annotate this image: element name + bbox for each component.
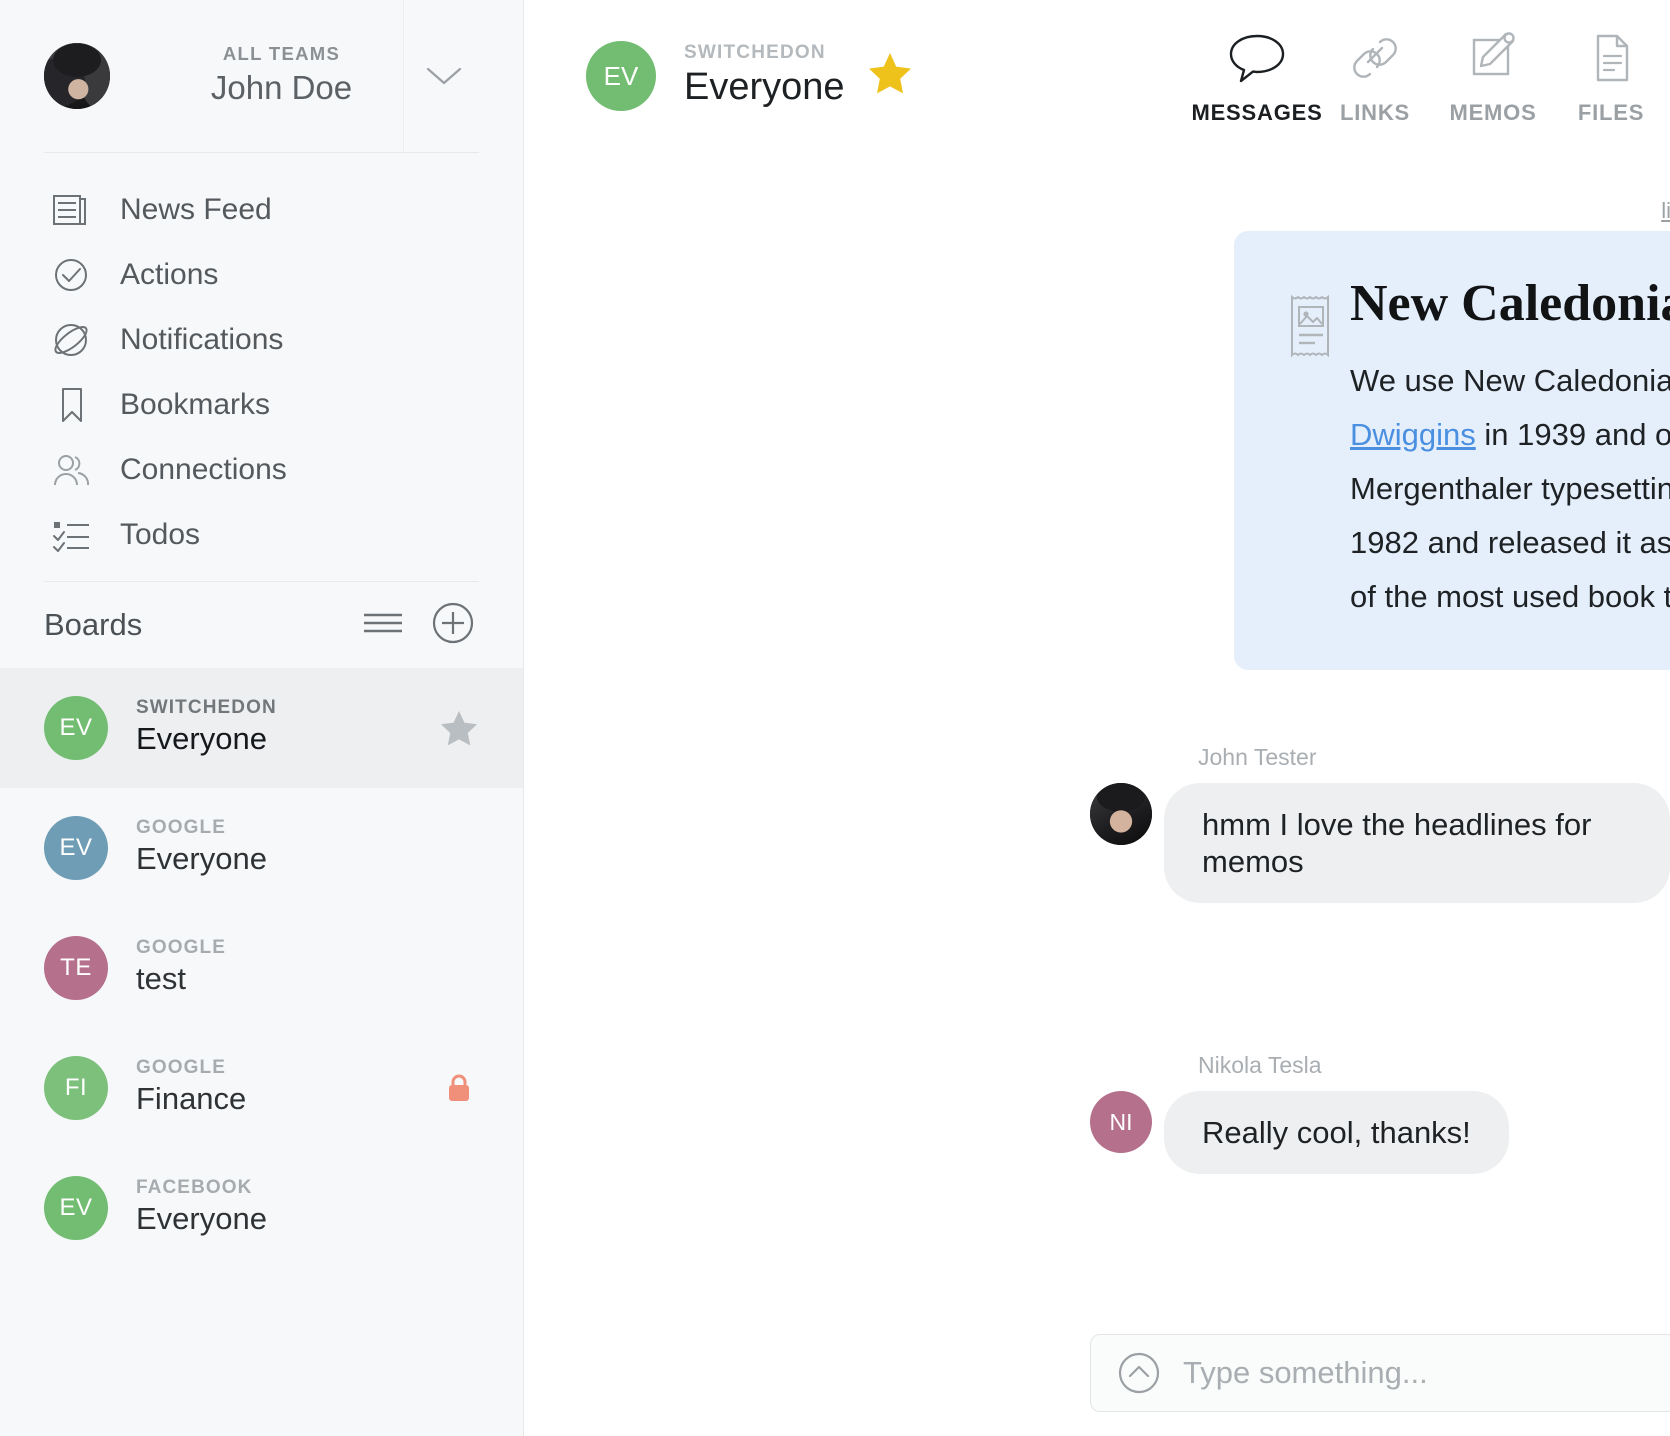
sidebar-item-label: Notifications bbox=[120, 323, 283, 357]
chevron-down-icon bbox=[426, 66, 462, 86]
tab-label: LINKS bbox=[1340, 100, 1410, 126]
memo-body: We use New Caledonia for the headlines. … bbox=[1350, 354, 1670, 624]
plus-circle-icon[interactable] bbox=[431, 601, 475, 650]
board-item-google-test[interactable]: TE GOOGLE test bbox=[0, 908, 523, 1028]
like-link[interactable]: lik bbox=[1661, 198, 1670, 224]
board-name-label: Everyone bbox=[136, 720, 439, 759]
sidebar-item-todos[interactable]: Todos bbox=[0, 502, 523, 567]
message-composer bbox=[1090, 1334, 1670, 1412]
sidebar-item-notifications[interactable]: Notifications bbox=[0, 307, 523, 372]
planet-icon bbox=[50, 318, 94, 362]
board-team-label: GOOGLE bbox=[136, 817, 439, 839]
tab-label: MEMOS bbox=[1449, 100, 1536, 126]
boards-title: Boards bbox=[44, 607, 361, 643]
memo-line: of the most used book text faces. bbox=[1350, 570, 1670, 624]
sidebar-item-news-feed[interactable]: News Feed bbox=[0, 177, 523, 242]
board-name-label: Everyone bbox=[136, 1200, 439, 1239]
sidebar-item-label: Todos bbox=[120, 518, 200, 552]
main-panel: EV SWITCHEDON Everyone MESSAGES bbox=[524, 0, 1670, 1436]
list-lines-icon[interactable] bbox=[361, 608, 405, 643]
board-avatar: EV bbox=[44, 696, 108, 760]
message-thread: lik New Caledonia We use New Caledonia f bbox=[524, 152, 1670, 1436]
content-tabs: MESSAGES LINKS bbox=[1198, 24, 1670, 126]
user-switcher[interactable]: ALL TEAMS John Doe bbox=[0, 0, 523, 152]
tab-links[interactable]: LINKS bbox=[1316, 24, 1434, 126]
star-icon[interactable] bbox=[867, 51, 913, 102]
memo-line: We use New Caledonia for the headlines. … bbox=[1350, 354, 1670, 408]
board-team-label: SWITCHEDON bbox=[684, 42, 845, 64]
board-list: EV SWITCHEDON Everyone EV GOOGLE Everyon… bbox=[0, 668, 523, 1436]
speech-bubble-icon bbox=[1226, 24, 1288, 86]
avatar bbox=[1090, 783, 1152, 845]
tab-label: MESSAGES bbox=[1191, 100, 1322, 126]
memo-line: Mergenthaler typesetting machine factory… bbox=[1350, 462, 1670, 516]
message-item: Nikola Tesla NI Really cool, thanks! bbox=[1090, 1052, 1509, 1174]
message-item: John Tester hmm I love the headlines for… bbox=[1090, 744, 1670, 903]
check-circle-icon bbox=[50, 253, 94, 297]
lock-icon bbox=[439, 1072, 479, 1104]
board-avatar: FI bbox=[44, 1056, 108, 1120]
avatar: NI bbox=[1090, 1091, 1152, 1153]
boards-header: Boards bbox=[0, 582, 523, 668]
avatar bbox=[44, 43, 110, 109]
people-icon bbox=[50, 448, 94, 492]
board-name-label: test bbox=[136, 960, 439, 999]
board-avatar: TE bbox=[44, 936, 108, 1000]
star-icon[interactable] bbox=[439, 709, 479, 747]
chain-link-icon bbox=[1344, 24, 1406, 86]
memo-line-2: Dwiggins in 1939 and originally appeared… bbox=[1350, 408, 1670, 462]
board-team-label: GOOGLE bbox=[136, 937, 439, 959]
memo-title: New Caledonia bbox=[1350, 278, 1670, 330]
page-title: Everyone bbox=[684, 65, 845, 111]
sidebar-item-label: Actions bbox=[120, 258, 218, 292]
board-avatar: EV bbox=[44, 816, 108, 880]
document-icon bbox=[1580, 24, 1642, 86]
message-author: John Tester bbox=[1198, 744, 1670, 771]
pencil-square-icon bbox=[1462, 24, 1524, 86]
message-input[interactable] bbox=[1183, 1355, 1651, 1391]
board-avatar: EV bbox=[586, 41, 656, 111]
message-bubble[interactable]: hmm I love the headlines for memos bbox=[1164, 783, 1670, 903]
sidebar: ALL TEAMS John Doe bbox=[0, 0, 524, 1436]
tab-label: FILES bbox=[1578, 100, 1644, 126]
board-avatar: EV bbox=[44, 1176, 108, 1240]
stamp-image-icon bbox=[1286, 293, 1338, 364]
tab-files[interactable]: FILES bbox=[1552, 24, 1670, 126]
message-author: Nikola Tesla bbox=[1198, 1052, 1509, 1079]
sidebar-item-bookmarks[interactable]: Bookmarks bbox=[0, 372, 523, 437]
sidebar-item-actions[interactable]: Actions bbox=[0, 242, 523, 307]
tab-messages[interactable]: MESSAGES bbox=[1198, 24, 1316, 126]
sidebar-item-label: Bookmarks bbox=[120, 388, 270, 422]
chevron-up-circle-icon[interactable] bbox=[1117, 1351, 1161, 1395]
board-name-label: Finance bbox=[136, 1080, 439, 1119]
board-item-switchedon-everyone[interactable]: EV SWITCHEDON Everyone bbox=[0, 668, 523, 788]
memo-card[interactable]: New Caledonia We use New Caledonia for t… bbox=[1234, 231, 1670, 670]
tab-memos[interactable]: MEMOS bbox=[1434, 24, 1552, 126]
team-dropdown-toggle[interactable] bbox=[403, 0, 483, 152]
user-name: John Doe bbox=[110, 67, 453, 108]
primary-nav: News Feed Actions Noti bbox=[0, 153, 523, 581]
board-team-label: GOOGLE bbox=[136, 1057, 439, 1079]
memo-line: 1982 and released it as New Caledonia. C… bbox=[1350, 516, 1670, 570]
board-header: EV SWITCHEDON Everyone MESSAGES bbox=[524, 0, 1670, 152]
sidebar-item-label: Connections bbox=[120, 453, 287, 487]
dwiggins-link[interactable]: Dwiggins bbox=[1350, 417, 1476, 452]
all-teams-label: ALL TEAMS bbox=[110, 43, 453, 65]
message-bubble[interactable]: Really cool, thanks! bbox=[1164, 1091, 1509, 1174]
board-item-google-finance[interactable]: FI GOOGLE Finance bbox=[0, 1028, 523, 1148]
news-feed-icon bbox=[50, 188, 94, 232]
board-name-label: Everyone bbox=[136, 840, 439, 879]
board-item-facebook-everyone[interactable]: EV FACEBOOK Everyone bbox=[0, 1148, 523, 1268]
memo-line-2-rest: in 1939 and originally appeared under th… bbox=[1476, 417, 1670, 452]
board-item-google-everyone[interactable]: EV GOOGLE Everyone bbox=[0, 788, 523, 908]
board-team-label: SWITCHEDON bbox=[136, 697, 439, 719]
bookmark-icon bbox=[50, 383, 94, 427]
sidebar-item-label: News Feed bbox=[120, 193, 272, 227]
sidebar-item-connections[interactable]: Connections bbox=[0, 437, 523, 502]
board-team-label: FACEBOOK bbox=[136, 1177, 439, 1199]
app-root: ALL TEAMS John Doe bbox=[0, 0, 1670, 1436]
checklist-icon bbox=[50, 513, 94, 557]
